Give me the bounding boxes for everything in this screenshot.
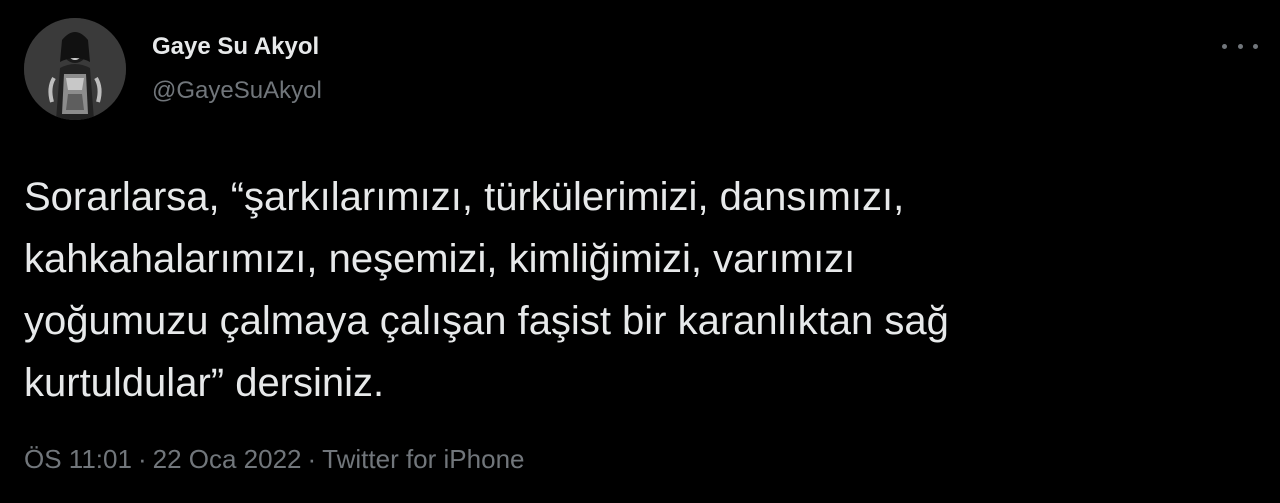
more-dot <box>1237 43 1243 49</box>
tweet-text-line: kurtuldular” dersiniz. <box>24 361 385 405</box>
tweet-source[interactable]: Twitter for iPhone <box>322 444 524 474</box>
tweet-text: Sorarlarsa, “şarkılarımızı, türkülerimiz… <box>24 166 1224 414</box>
profile-photo-icon <box>24 18 126 120</box>
tweet-text-line: yoğumuzu çalmaya çalışan faşist bir kara… <box>24 299 949 343</box>
tweet-timestamp-time[interactable]: ÖS 11:01 <box>24 444 132 474</box>
tweet-text-line: Sorarlarsa, “şarkılarımızı, türkülerimiz… <box>24 175 905 219</box>
tweet-card: Gaye Su Akyol @GayeSuAkyol Sorarlarsa, “… <box>0 0 1280 503</box>
tweet-text-line: kahkahalarımızı, neşemizi, kimliğimizi, … <box>24 237 856 281</box>
meta-separator: · <box>137 444 147 474</box>
more-dot <box>1222 43 1227 49</box>
tweet-meta: ÖS 11:01 · 22 Oca 2022 · Twitter for iPhone <box>24 442 524 476</box>
author-handle[interactable]: @GayeSuAkyol <box>152 76 322 106</box>
meta-separator: · <box>307 444 317 474</box>
more-options-icon[interactable] <box>1222 34 1258 58</box>
tweet-timestamp-date[interactable]: 22 Oca 2022 <box>153 444 302 474</box>
author-display-name[interactable]: Gaye Su Akyol <box>152 32 319 62</box>
author-avatar[interactable] <box>24 18 126 120</box>
more-dot <box>1253 43 1258 49</box>
